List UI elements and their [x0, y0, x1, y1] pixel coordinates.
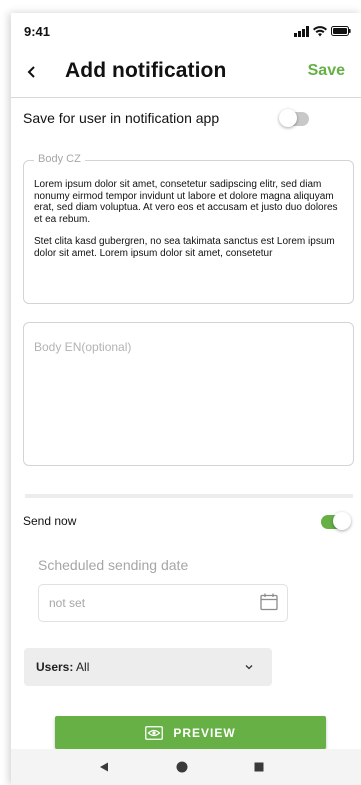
- send-now-label: Send now: [23, 514, 77, 528]
- page-title: Add notification: [65, 59, 227, 82]
- users-select-value: All: [76, 660, 90, 674]
- system-home-button[interactable]: [175, 760, 189, 774]
- body-cz-text: Lorem ipsum dolor sit amet, consetetur s…: [34, 179, 343, 270]
- body-cz-paragraph: Lorem ipsum dolor sit amet, consetetur s…: [34, 179, 338, 225]
- scheduled-date-value: not set: [49, 596, 86, 610]
- system-back-button[interactable]: [97, 760, 111, 774]
- wifi-icon: [313, 25, 327, 36]
- save-button[interactable]: Save: [308, 62, 345, 80]
- toggle-knob: [279, 109, 297, 127]
- square-recent-icon: [254, 762, 264, 772]
- toggle-knob: [333, 512, 351, 530]
- header-divider: [11, 97, 361, 98]
- body-en-field[interactable]: Body EN(optional): [23, 322, 354, 466]
- chevron-down-icon: [245, 665, 253, 670]
- section-divider: [25, 494, 353, 498]
- users-select-label: Users:: [36, 660, 74, 674]
- preview-button[interactable]: PREVIEW: [55, 716, 326, 749]
- signal-icon: [294, 25, 309, 37]
- circle-home-icon: [176, 761, 188, 773]
- calendar-icon[interactable]: [259, 592, 279, 612]
- status-bar: 9:41: [11, 13, 361, 47]
- save-for-user-label: Save for user in notification app: [23, 110, 220, 126]
- users-select[interactable]: Users: All: [24, 648, 272, 686]
- status-time: 9:41: [24, 24, 51, 39]
- body-en-placeholder: Body EN(optional): [34, 340, 132, 354]
- phone-screen: 9:41 Add notification Save Save for user…: [11, 13, 361, 785]
- send-now-row: Send now: [23, 512, 353, 536]
- body-cz-paragraph: Stet clita kasd gubergren, no sea takima…: [34, 236, 335, 259]
- preview-button-label: PREVIEW: [173, 725, 236, 740]
- chevron-left-icon: [27, 66, 35, 78]
- scheduled-date-label: Scheduled sending date: [38, 557, 189, 573]
- triangle-back-icon: [100, 762, 108, 772]
- back-button[interactable]: [24, 63, 38, 81]
- save-for-user-row: Save for user in notification app: [23, 105, 349, 133]
- status-icons: [294, 25, 351, 37]
- users-select-text: Users: All: [36, 660, 89, 674]
- scheduled-date-field[interactable]: not set: [38, 584, 288, 622]
- battery-icon: [331, 26, 351, 36]
- eye-icon: [145, 725, 164, 740]
- save-for-user-toggle[interactable]: [279, 109, 309, 127]
- system-recent-button[interactable]: [252, 760, 266, 774]
- screen: 9:41 Add notification Save Save for user…: [0, 0, 361, 785]
- header: Add notification Save: [11, 55, 361, 89]
- body-cz-field[interactable]: Body CZ Lorem ipsum dolor sit amet, cons…: [23, 153, 354, 304]
- body-cz-label: Body CZ: [34, 153, 85, 165]
- system-nav-bar: [11, 749, 361, 785]
- send-now-toggle[interactable]: [321, 512, 351, 530]
